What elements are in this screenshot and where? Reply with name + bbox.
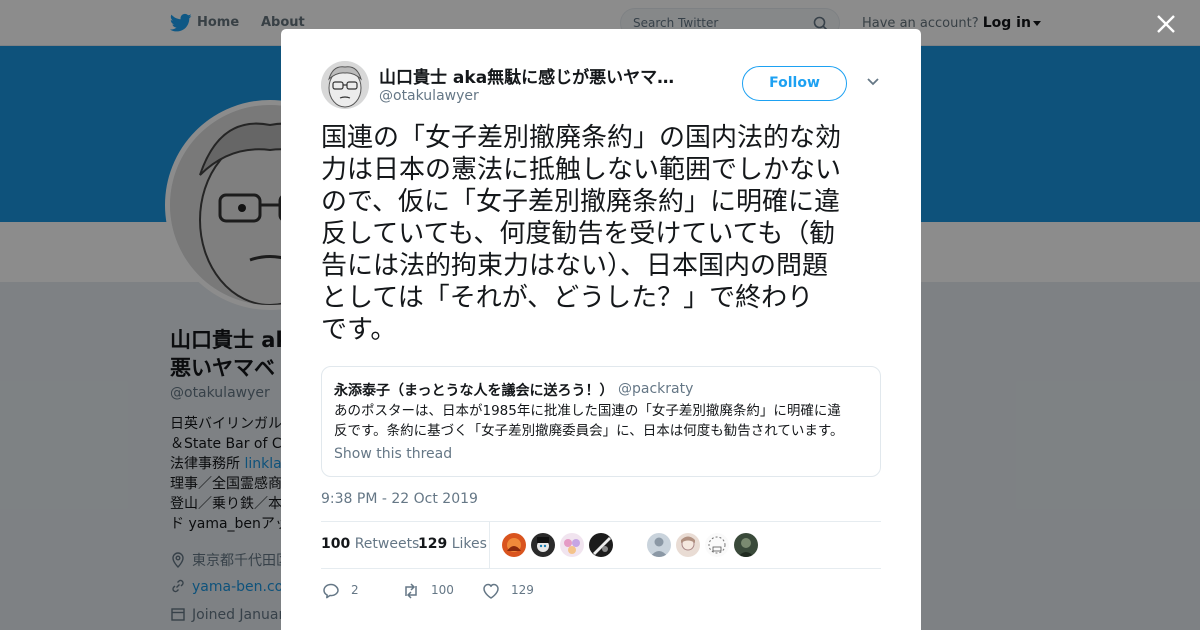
quoted-author-name: 永添泰子（まっとうな人を議会に送ろう！）	[334, 383, 614, 399]
show-thread-link[interactable]: Show this thread	[334, 446, 452, 462]
like-count: 129	[511, 583, 534, 597]
close-icon[interactable]	[1155, 13, 1177, 35]
avatar-illustration	[321, 61, 369, 109]
tweet-text-line: としては「それが、どうした？」で終わり	[321, 283, 814, 313]
tweet-actions: 2 100 129	[321, 579, 881, 603]
follow-button[interactable]: Follow	[742, 66, 847, 101]
retweet-count: 100	[431, 583, 454, 597]
retweet-icon	[405, 583, 417, 599]
tweet-text-line: 反していても、何度勧告を受けていても（勧	[321, 219, 836, 249]
retweets-count: 100	[321, 536, 351, 552]
liker-avatar[interactable]	[560, 533, 584, 557]
tweet-timestamp[interactable]: 9:38 PM - 22 Oct 2019	[321, 491, 478, 507]
like-button[interactable]: 129	[481, 579, 561, 603]
liker-avatar[interactable]	[589, 533, 613, 557]
quoted-text: あのポスターは、日本が1985年に批准した国連の「女子差別撤廃条約」に明確に違 …	[334, 401, 870, 441]
tweet-text: 国連の「女子差別撤廃条約」の国内法的な効 力は日本の憲法に抵触しない範囲でしかな…	[321, 122, 887, 346]
retweets-stat[interactable]: 100 Retweets	[321, 536, 419, 552]
reply-count: 2	[351, 583, 359, 597]
liker-avatar[interactable]	[647, 533, 671, 557]
liker-avatar[interactable]	[734, 533, 758, 557]
author-handle[interactable]: @otakulawyer	[379, 88, 479, 104]
author-avatar[interactable]	[321, 61, 369, 109]
tweet-text-line: です。	[321, 315, 397, 345]
author-name[interactable]: 山口貴士 aka無駄に感じが悪いヤマ…	[379, 63, 689, 88]
stats-divider	[489, 522, 490, 568]
tweet-text-line: 国連の「女子差別撤廃条約」の国内法的な効	[321, 123, 842, 153]
chevron-down-icon[interactable]	[866, 77, 880, 87]
quoted-text-line: 反です。条約に基づく「女子差別撤廃委員会」に、日本は何度も勧告されています。	[334, 423, 844, 439]
likes-stat[interactable]: 129 Likes	[418, 536, 487, 552]
quoted-text-line: あのポスターは、日本が1985年に批准した国連の「女子差別撤廃条約」に明確に違	[334, 403, 841, 419]
retweet-button[interactable]: 100	[401, 579, 481, 603]
tweet-text-line: 告には法的拘束力はない）、日本国内の問題	[321, 251, 829, 281]
reply-button[interactable]: 2	[321, 579, 381, 603]
retweets-label: Retweets	[354, 536, 420, 552]
quoted-author-handle: @packraty	[618, 381, 694, 397]
tweet-text-line: 力は日本の憲法に抵触しない範囲でしかない	[321, 155, 842, 185]
heart-icon	[483, 583, 499, 599]
likes-label: Likes	[451, 536, 487, 552]
quoted-tweet[interactable]: 永添泰子（まっとうな人を議会に送ろう！） @packraty あのポスターは、日…	[321, 366, 881, 477]
tweet-modal: 山口貴士 aka無駄に感じが悪いヤマ… @otakulawyer Follow …	[281, 29, 921, 630]
liker-avatar[interactable]	[705, 533, 729, 557]
tweet-stats: 100 Retweets 129 Likes	[321, 521, 881, 569]
reply-icon	[323, 583, 339, 599]
liker-avatar[interactable]	[676, 533, 700, 557]
liker-avatar[interactable]	[531, 533, 555, 557]
liker-avatar[interactable]	[502, 533, 526, 557]
likes-count: 129	[418, 536, 448, 552]
tweet-text-line: ので、仮に「女子差別撤廃条約」に明確に違	[321, 187, 840, 217]
